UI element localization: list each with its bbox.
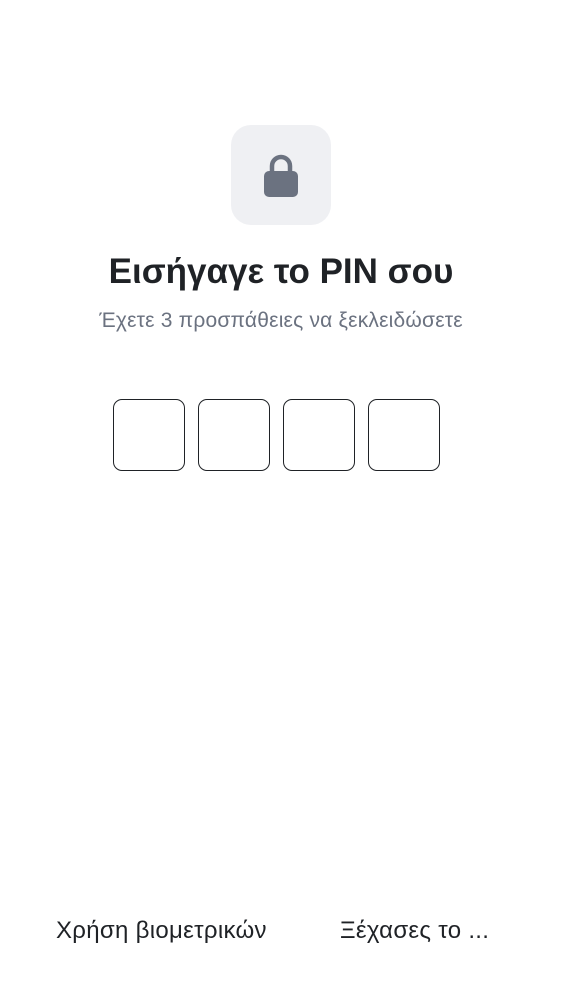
pin-unlock-screen: Εισήγαγε το PIN σου Έχετε 3 προσπάθειες …	[0, 0, 562, 1000]
page-title: Εισήγαγε το PIN σου	[108, 252, 454, 291]
lock-tile	[231, 125, 331, 225]
pin-digit-box[interactable]	[283, 399, 355, 471]
pin-digit-box[interactable]	[113, 399, 185, 471]
lock-icon	[262, 152, 300, 198]
use-biometrics-button[interactable]: Χρήση βιομετρικών	[56, 914, 267, 948]
pin-digit-box[interactable]	[368, 399, 440, 471]
pin-input-row[interactable]	[113, 399, 440, 471]
attempts-remaining-text: Έχετε 3 προσπάθειες να ξεκλειδώσετε	[99, 309, 463, 332]
pin-digit-box[interactable]	[198, 399, 270, 471]
forgot-pin-button[interactable]: Ξέχασες το ...	[340, 914, 489, 948]
